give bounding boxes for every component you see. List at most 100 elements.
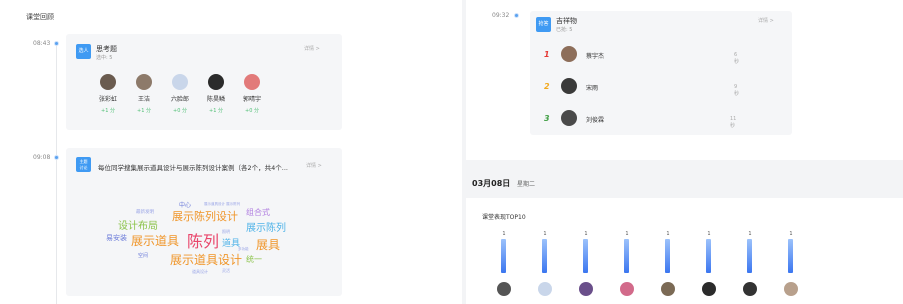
student-name: 郭晴宇 (242, 96, 261, 103)
avatar (172, 74, 188, 90)
cloud-word: 最新发明 (136, 210, 154, 215)
section-title: 课堂回顾 (26, 13, 54, 21)
card-title: 吉祥物 (556, 17, 577, 25)
performance-bar (624, 239, 629, 273)
timeline-time: 09:32 (492, 12, 510, 19)
activity-tag: 选人 (76, 44, 91, 59)
avatar[interactable] (497, 282, 511, 296)
student-item[interactable]: 张彩虹 +1 分 (90, 74, 126, 114)
bar-value: 1 (707, 231, 711, 237)
avatar[interactable] (579, 282, 593, 296)
rank-number: 3 (544, 114, 550, 123)
rank-number: 1 (544, 50, 550, 59)
weekday-label: 星期二 (517, 181, 536, 188)
performance-bar (706, 239, 711, 273)
avatar (100, 74, 116, 90)
bar-value: 1 (625, 231, 629, 237)
avatar[interactable] (661, 282, 675, 296)
bar-value: 1 (543, 231, 547, 237)
rank-name: 宋雨 (586, 85, 599, 92)
cloud-word: 统一 (246, 255, 262, 264)
cloud-word: 组合式 (246, 208, 270, 217)
avatar (136, 74, 152, 90)
avatar (561, 78, 577, 94)
word-cloud: 中心 展示道具设计 展示陈列 展示陈列设计 组合式 最新发明 设计布局 展示陈列… (100, 200, 300, 280)
cloud-word: 灵活 (222, 268, 230, 273)
card-title: 每位同学搜集展示道具设计与展示陈列设计案例（各2个，共4个... (98, 164, 288, 172)
card-subtitle: 选中: 5 (96, 55, 113, 61)
cloud-word: 展示陈列设计 (172, 210, 238, 223)
detail-link[interactable]: 详情 > (758, 17, 774, 24)
performance-bar (583, 239, 588, 273)
cloud-word: 展具 (256, 238, 281, 252)
cloud-word: 照明 (222, 229, 230, 234)
student-name: 张彩虹 (98, 96, 117, 103)
date-label: 03月08日 (472, 179, 511, 188)
detail-link[interactable]: 详情 > (304, 45, 320, 52)
avatar (208, 74, 224, 90)
cloud-word: 展示道具设计 (170, 253, 243, 267)
rank-number: 2 (544, 82, 550, 91)
performance-bar (665, 239, 670, 273)
timeline-dot (54, 41, 59, 46)
student-item[interactable]: 陈昊鳞 +1 分 (198, 74, 234, 114)
avatar[interactable] (784, 282, 798, 296)
activity-tag: 主题 讨论 (76, 157, 91, 172)
cloud-word: 陈列 (187, 232, 220, 251)
rank-time: 6 秒 (734, 52, 740, 65)
timeline-dot (54, 155, 59, 160)
timeline-time: 08:43 (33, 40, 51, 47)
cloud-word: 易安装 (106, 234, 127, 242)
student-score: +1 分 (209, 108, 223, 114)
timeline-panel: 课堂回顾 08:43 选人 思考题 选中: 5 详情 > 张彩虹 +1 分 王洁… (0, 0, 462, 304)
cloud-word: 展示陈列 (246, 223, 286, 234)
student-name: 陈昊鳞 (206, 96, 225, 103)
cloud-word: 设计布局 (118, 221, 158, 232)
tag-line: 讨论 (79, 165, 88, 170)
avatar (244, 74, 260, 90)
student-score: +1 分 (137, 108, 151, 114)
rank-time: 9 秒 (734, 84, 740, 97)
student-name: 六脸郎 (170, 96, 189, 103)
avatar[interactable] (538, 282, 552, 296)
timeline-line (56, 42, 57, 304)
timeline-dot (514, 13, 519, 18)
detail-link[interactable]: 详情 > (306, 162, 322, 169)
performance-bar (788, 239, 793, 273)
activity-tag: 抢答 (536, 17, 551, 32)
cloud-word: 展示道具 (131, 234, 180, 248)
performance-bar (747, 239, 752, 273)
timeline-time: 09:08 (33, 154, 51, 161)
student-item[interactable]: 六脸郎 +0 分 (162, 74, 198, 114)
rank-time: 11 秒 (730, 116, 737, 129)
rank-name: 蔡宇杰 (586, 53, 605, 60)
card-subtitle: 已抢: 5 (556, 27, 573, 33)
bar-value: 1 (748, 231, 752, 237)
avatar[interactable] (743, 282, 757, 296)
course-review-page: 课堂回顾 08:43 选人 思考题 选中: 5 详情 > 张彩虹 +1 分 王洁… (0, 0, 903, 304)
cloud-word: 展示道具设计 展示陈列 (204, 202, 241, 206)
avatar[interactable] (702, 282, 716, 296)
avatar (561, 46, 577, 62)
card-title: 思考题 (96, 45, 117, 53)
student-score: +0 分 (173, 108, 187, 114)
student-name: 王洁 (137, 96, 150, 103)
student-score: +1 分 (101, 108, 115, 114)
performance-bar (501, 239, 506, 273)
student-score: +0 分 (245, 108, 259, 114)
rank-name: 刘俊霖 (586, 117, 605, 124)
performance-panel (466, 198, 903, 304)
avatar (561, 110, 577, 126)
avatar[interactable] (620, 282, 634, 296)
student-list: 张彩虹 +1 分 王洁 +1 分 六脸郎 +0 分 陈昊鳞 +1 分 郭晴宇 +… (90, 74, 270, 122)
bar-value: 1 (666, 231, 670, 237)
student-item[interactable]: 郭晴宇 +0 分 (234, 74, 270, 114)
bar-value: 1 (789, 231, 793, 237)
performance-title: 课堂表现TOP10 (482, 214, 526, 221)
bar-value: 1 (502, 231, 506, 237)
performance-bar (542, 239, 547, 273)
cloud-word: 道具设计 (192, 269, 208, 274)
student-item[interactable]: 王洁 +1 分 (126, 74, 162, 114)
bar-value: 1 (584, 231, 588, 237)
cloud-word: 空间 (138, 253, 149, 259)
